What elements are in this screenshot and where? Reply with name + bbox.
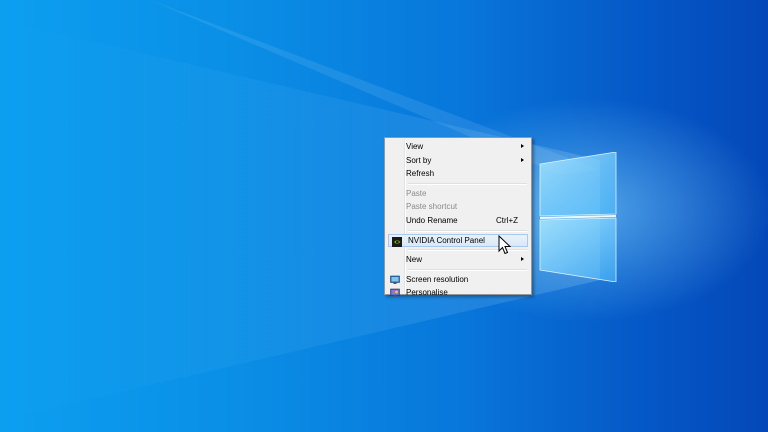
monitor-icon (390, 275, 400, 284)
menu-item-label: Sort by (406, 155, 432, 165)
menu-item-label: Paste (406, 188, 427, 198)
menu-item-label: Refresh (406, 169, 435, 179)
menu-item-paste[interactable]: Paste (387, 187, 529, 201)
menu-item-label: View (406, 142, 424, 151)
menu-item-label: Screen resolution (406, 274, 469, 284)
menu-item-undo-rename[interactable]: Undo Rename Ctrl+Z (387, 214, 529, 228)
submenu-arrow-icon (521, 144, 524, 148)
menu-item-screen-resolution[interactable]: Screen resolution (387, 273, 529, 287)
menu-separator (408, 268, 527, 271)
nvidia-icon (392, 236, 402, 247)
personalise-icon (390, 289, 400, 298)
submenu-arrow-icon (521, 257, 524, 262)
menu-item-sort-by[interactable]: Sort by (387, 154, 529, 168)
menu-separator (408, 229, 527, 232)
menu-item-label: Paste shortcut (406, 202, 458, 212)
menu-item-view[interactable]: View (387, 140, 529, 154)
menu-separator (408, 182, 527, 185)
submenu-arrow-icon (521, 157, 524, 162)
menu-item-personalise[interactable]: Personalise (387, 286, 529, 300)
mouse-cursor-icon (498, 235, 512, 255)
menu-item-shortcut: Ctrl+Z (496, 215, 518, 225)
desktop-context-menu: View Sort by Refresh Paste Paste shortcu… (384, 137, 532, 298)
menu-item-label: New (406, 255, 423, 265)
menu-item-label: Undo Rename (406, 215, 458, 225)
menu-item-paste-shortcut[interactable]: Paste shortcut (387, 200, 529, 214)
menu-item-label: Personalise (406, 288, 448, 298)
menu-item-refresh[interactable]: Refresh (387, 167, 529, 181)
windows-logo (539, 152, 617, 282)
menu-item-new[interactable]: New (387, 253, 529, 267)
